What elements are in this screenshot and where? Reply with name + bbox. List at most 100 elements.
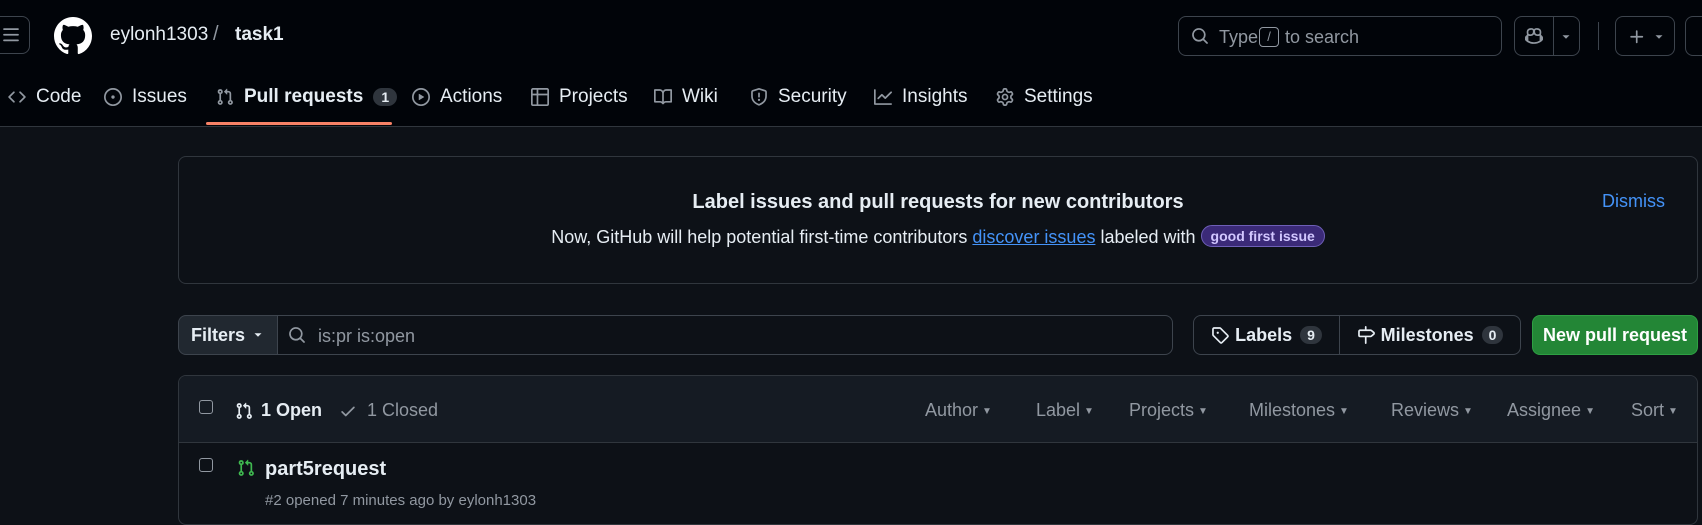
closed-count-label: 1 Closed <box>367 400 439 420</box>
tab-insights-label: Insights <box>902 86 968 107</box>
chevron-down-icon: ▼ <box>1463 406 1473 417</box>
milestones-filter-label: Milestones <box>1249 400 1336 420</box>
chevron-down-icon: ▼ <box>1339 406 1349 417</box>
select-all-checkbox[interactable] <box>199 400 213 414</box>
projects-filter-label: Projects <box>1129 400 1195 420</box>
tab-code[interactable]: Code <box>8 78 81 116</box>
author-filter-label: Author <box>925 400 979 420</box>
repo-owner-link[interactable]: eylonh1303 <box>110 24 208 46</box>
tab-pull-requests-label: Pull requests <box>244 86 364 107</box>
closed-filter-link[interactable]: 1 Closed <box>339 400 438 421</box>
reviews-filter-label: Reviews <box>1391 400 1460 420</box>
new-contributors-banner: Label issues and pull requests for new c… <box>178 156 1698 284</box>
filters-label: Filters <box>190 324 246 345</box>
chevron-down-icon <box>1655 35 1663 39</box>
copilot-button[interactable] <box>1514 16 1580 56</box>
reviews-filter[interactable]: Reviews ▼ <box>1391 400 1473 421</box>
chevron-down-icon <box>254 333 262 337</box>
pr-meta: #2 opened 7 minutes ago by eylonh1303 <box>265 492 537 509</box>
chevron-down-icon: ▼ <box>982 406 992 417</box>
banner-title: Label issues and pull requests for new c… <box>692 191 1184 213</box>
graph-icon <box>874 89 892 105</box>
search-hint-prefix: Type <box>1219 27 1259 47</box>
shield-icon <box>751 88 767 106</box>
tab-security[interactable]: Security <box>750 78 847 116</box>
milestones-filter[interactable]: Milestones ▼ <box>1249 400 1349 421</box>
labels-button[interactable]: Labels 9 <box>1193 315 1340 355</box>
tab-insights[interactable]: Insights <box>874 78 967 116</box>
author-filter[interactable]: Author ▼ <box>925 400 992 421</box>
global-header: eylonh1303 / task1 Type / to search Code… <box>0 0 1702 127</box>
tab-projects[interactable]: Projects <box>531 78 628 116</box>
github-logo-icon[interactable] <box>54 17 92 55</box>
pr-checkbox[interactable] <box>199 458 213 472</box>
search-icon <box>289 327 305 343</box>
check-icon <box>341 406 355 416</box>
tag-icon <box>1212 327 1229 344</box>
banner-text: Now, GitHub will help potential first-ti… <box>179 225 1697 248</box>
search-filter-value: is:pr is:open <box>318 326 416 346</box>
book-icon <box>654 89 672 105</box>
global-search-input[interactable]: Type / to search <box>1178 16 1502 56</box>
tab-projects-label: Projects <box>559 86 628 107</box>
active-tab-indicator <box>206 122 392 125</box>
repo-name-link[interactable]: task1 <box>235 24 284 46</box>
tab-wiki-label: Wiki <box>682 86 718 107</box>
label-filter-label: Label <box>1036 400 1081 420</box>
discover-issues-link[interactable]: discover issues <box>972 227 1095 247</box>
chevron-down-icon: ▼ <box>1084 406 1094 417</box>
tab-wiki[interactable]: Wiki <box>654 78 718 116</box>
hamburger-icon <box>3 28 19 42</box>
assignee-filter-label: Assignee <box>1507 400 1582 420</box>
issue-opened-icon <box>104 88 122 106</box>
label-filter[interactable]: Label ▼ <box>1036 400 1094 421</box>
git-pull-request-icon <box>236 402 252 419</box>
tab-actions-label: Actions <box>440 86 503 107</box>
tab-pull-requests[interactable]: Pull requests 1 <box>216 78 398 116</box>
sort-dropdown-label: Sort <box>1631 400 1665 420</box>
header-top-row: eylonh1303 / task1 Type / to search <box>0 0 1702 74</box>
projects-filter[interactable]: Projects ▼ <box>1129 400 1208 421</box>
issues-shortcut-button[interactable] <box>1685 16 1702 56</box>
git-pull-request-icon <box>238 459 254 476</box>
sort-dropdown[interactable]: Sort ▼ <box>1631 400 1678 421</box>
good-first-issue-label: good first issue <box>1200 225 1325 247</box>
search-hint-suffix: to search <box>1285 27 1360 47</box>
code-icon <box>8 91 26 103</box>
gear-icon <box>996 88 1014 106</box>
open-filter-link[interactable]: 1 Open <box>235 400 322 421</box>
milestones-label: Milestones <box>1380 324 1474 345</box>
labels-label: Labels <box>1235 324 1293 345</box>
list-header: 1 Open 1 Closed Author ▼ Label ▼ Projects ▼… <box>179 376 1697 443</box>
tab-issues-label: Issues <box>132 86 187 107</box>
chevron-down-icon <box>1562 35 1570 39</box>
pull-request-list: 1 Open 1 Closed Author ▼ Label ▼ Projects ▼… <box>178 375 1698 525</box>
table-icon <box>531 88 549 106</box>
tab-code-label: Code <box>36 86 82 107</box>
assignee-filter[interactable]: Assignee ▼ <box>1507 400 1595 421</box>
create-new-button[interactable] <box>1615 16 1675 56</box>
tab-issues[interactable]: Issues <box>104 78 187 116</box>
open-count-label: 1 Open <box>261 400 323 420</box>
filters-button[interactable]: Filters <box>178 315 278 355</box>
milestones-button[interactable]: Milestones 0 <box>1339 315 1521 355</box>
copilot-divider <box>1553 17 1554 55</box>
git-pull-request-icon <box>217 88 233 105</box>
milestones-count: 0 <box>1481 326 1504 344</box>
new-pull-request-button[interactable]: New pull request <box>1532 315 1698 355</box>
tab-settings-label: Settings <box>1024 86 1093 107</box>
labels-count: 9 <box>1300 326 1322 344</box>
plus-icon <box>1630 30 1644 44</box>
search-filter-input[interactable]: is:pr is:open <box>277 315 1173 355</box>
pr-title-link[interactable]: part5request <box>265 458 386 481</box>
menu-button[interactable] <box>0 16 30 54</box>
tab-actions[interactable]: Actions <box>412 78 502 116</box>
header-divider <box>1598 22 1599 50</box>
banner-text-after: labeled with <box>1100 227 1196 247</box>
play-icon <box>412 88 430 106</box>
dismiss-button[interactable]: Dismiss <box>1602 191 1665 212</box>
copilot-icon <box>1525 28 1543 44</box>
tab-settings[interactable]: Settings <box>996 78 1093 116</box>
pull-requests-counter: 1 <box>373 88 398 106</box>
search-icon <box>1192 28 1208 44</box>
